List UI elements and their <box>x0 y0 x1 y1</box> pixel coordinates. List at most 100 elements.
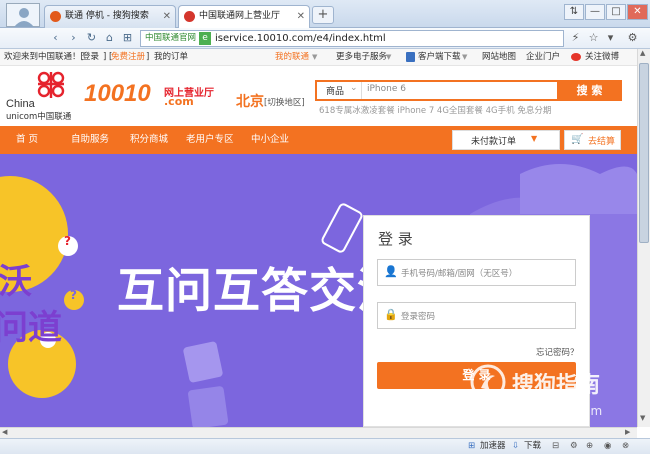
hot-keywords[interactable]: 618专属冰激凌套餐 iPhone 7 4G全国套餐 4G手机 免息分期 <box>319 104 551 116</box>
download-icon: ⇩ <box>512 441 520 451</box>
hero-headline: 互问互答交流 <box>117 264 405 319</box>
screenshot-icon[interactable]: ⊟ <box>552 439 559 454</box>
forward-icon[interactable]: › <box>66 31 81 46</box>
star-icon[interactable]: ☆ <box>586 31 601 46</box>
password-field[interactable]: 🔒 登录密码 <box>377 302 576 329</box>
scroll-thumb[interactable] <box>639 63 649 243</box>
refresh-icon[interactable]: ↻ <box>84 31 99 46</box>
tab-sogou-search[interactable]: 联通 停机 - 搜狗搜索 ✕ <box>44 5 176 28</box>
question-icon: ? <box>70 288 77 302</box>
weibo-icon <box>571 53 581 61</box>
enterprise-link[interactable]: 企业门户 <box>526 49 560 65</box>
scroll-right-icon[interactable]: ▶ <box>625 428 630 436</box>
logo-10010-text: 10010 <box>84 80 151 107</box>
sogou-logo-icon <box>470 364 506 400</box>
chevron-down-icon: ▼ <box>462 53 468 61</box>
new-tab-button[interactable]: + <box>312 6 334 24</box>
weibo-link[interactable]: 关注微博 <box>585 49 619 65</box>
forgot-password-link[interactable]: 忘记密码？ <box>536 346 579 358</box>
unicom-logo[interactable]: China unicom中国联通 <box>4 68 88 122</box>
checkout-label: 去结算 <box>588 137 616 147</box>
window-sync-button[interactable]: ⇅ <box>564 4 584 20</box>
zoom-icon[interactable]: ⊕ <box>586 439 593 454</box>
password-placeholder: 登录密码 <box>401 312 436 322</box>
main-nav: 首 页 自助服务 积分商城 老用户专区 中小企业 未付款订单 ▼ 🛒 去结算 <box>0 126 637 154</box>
accelerator-button[interactable]: 加速器 <box>480 439 506 454</box>
dropdown-icon[interactable]: ▾ <box>603 31 618 46</box>
bracket-close: ] <box>146 52 150 62</box>
bubble-icon: ? <box>64 234 71 248</box>
horizontal-scrollbar[interactable]: ◀ ▶ <box>0 427 637 438</box>
my-unicom-link[interactable]: 我的联通 <box>275 49 309 65</box>
window-close-button[interactable]: ✕ <box>627 4 648 20</box>
speed-icon[interactable]: ⚡ <box>568 31 583 46</box>
cart-icon: 🛒 <box>571 134 584 145</box>
url-input[interactable]: 中国联通官网 e iservice.10010.com/e4/index.htm… <box>140 30 564 47</box>
toolbox-icon[interactable]: ⊗ <box>622 439 629 454</box>
nav-home[interactable]: 首 页 <box>16 126 38 154</box>
client-download-link[interactable]: 客户端下载 <box>418 49 461 65</box>
tab-close-icon[interactable]: ✕ <box>163 6 171 27</box>
accelerator-icon: ⊞ <box>468 441 476 451</box>
chevron-down-icon: ▼ <box>386 53 392 61</box>
browser-status-bar: ⊞ 加速器 ⇩ 下载 ⊟ ⚙ ⊕ ◉ ⊗ <box>0 438 650 454</box>
verified-site-badge[interactable]: 中国联通官网 <box>143 32 198 45</box>
sitemap-link[interactable]: 网站地图 <box>482 49 516 65</box>
site-top-bar: 欢迎来到中国联通！[ 登录 ] [ 免费注册 ] 我的订单 我的联通 ▼ 更多电… <box>0 49 637 66</box>
register-link[interactable]: 免费注册 <box>111 49 145 65</box>
switch-region-link[interactable]: [切换地区] <box>264 96 305 108</box>
more-services-link[interactable]: 更多电子服务 <box>336 49 387 65</box>
tab-close-icon[interactable]: ✕ <box>297 6 305 27</box>
city-name: 北京 <box>236 94 264 110</box>
window-minimize-button[interactable]: — <box>585 4 605 20</box>
my-orders-link[interactable]: 我的订单 <box>154 49 188 65</box>
phone-field[interactable]: 👤 手机号码/邮箱/固网（无区号） <box>377 259 576 286</box>
user-avatar[interactable] <box>6 3 40 27</box>
unpaid-orders-label: 未付款订单 <box>471 137 517 147</box>
scroll-up-icon[interactable]: ▲ <box>640 49 645 57</box>
browser-address-bar: ‹ › ↻ ⌂ ⊞ 中国联通官网 e iservice.10010.com/e4… <box>0 28 650 49</box>
search-category-label: 商品 <box>326 87 345 97</box>
tab-unicom[interactable]: 中国联通网上营业厅 ✕ <box>178 5 310 28</box>
nav-small-business[interactable]: 中小企业 <box>251 126 289 154</box>
chevron-down-icon: ▼ <box>312 53 318 61</box>
tab-label: 联通 停机 - 搜狗搜索 <box>65 11 149 21</box>
lock-icon: 🔒 <box>384 308 398 321</box>
scroll-left-icon[interactable]: ◀ <box>2 428 7 436</box>
sogou-icon <box>50 11 61 22</box>
search-input[interactable]: iPhone 6 <box>367 84 406 94</box>
window-maximize-button[interactable]: □ <box>606 4 626 20</box>
search-category-select[interactable]: 商品 ⌄ <box>317 82 362 99</box>
back-icon[interactable]: ‹ <box>48 31 63 46</box>
chevron-down-icon: ⌄ <box>350 83 358 93</box>
scroll-down-icon[interactable]: ▼ <box>640 414 645 422</box>
nav-self-service[interactable]: 自助服务 <box>71 126 109 154</box>
nav-points-mall[interactable]: 积分商城 <box>130 126 168 154</box>
ie-mode-icon[interactable]: e <box>199 32 211 45</box>
search-box: 商品 ⌄ iPhone 6 搜 索 <box>315 80 622 101</box>
unpaid-orders-dropdown[interactable]: 未付款订单 ▼ <box>452 130 560 150</box>
watermark-url: zhinan.sogou.com <box>478 404 604 418</box>
tab-label: 中国联通网上营业厅 <box>199 11 281 21</box>
settings-icon[interactable]: ⚙ <box>625 31 640 46</box>
search-button[interactable]: 搜 索 <box>557 80 622 101</box>
vertical-scrollbar[interactable]: ▲ ▼ <box>637 49 650 427</box>
hero-side-bottom: 问道 <box>0 308 62 348</box>
checkout-button[interactable]: 🛒 去结算 <box>564 130 621 150</box>
login-link[interactable]: 登录 <box>82 49 99 65</box>
settings-status-icon[interactable]: ⚙ <box>570 439 578 454</box>
home-icon[interactable]: ⌂ <box>102 31 117 46</box>
unicom-knot-icon <box>37 71 65 98</box>
nav-old-users[interactable]: 老用户专区 <box>186 126 234 154</box>
apps-icon[interactable]: ⊞ <box>120 31 135 46</box>
welcome-text: 欢迎来到中国联通！[ <box>4 52 84 62</box>
hero-side-top: 沃 <box>0 262 32 302</box>
logo-china-text: China <box>6 98 35 110</box>
login-title: 登 录 <box>378 230 413 248</box>
sound-icon[interactable]: ◉ <box>604 439 611 454</box>
logo-com: .com <box>164 95 194 108</box>
watermark-brand: 搜狗指南 <box>512 373 601 398</box>
download-button[interactable]: 下载 <box>524 439 541 454</box>
url-text[interactable]: iservice.10010.com/e4/index.html <box>215 31 386 46</box>
browser-tab-bar: 联通 停机 - 搜狗搜索 ✕ 中国联通网上营业厅 ✕ + ⇅ — □ ✕ <box>0 0 650 28</box>
